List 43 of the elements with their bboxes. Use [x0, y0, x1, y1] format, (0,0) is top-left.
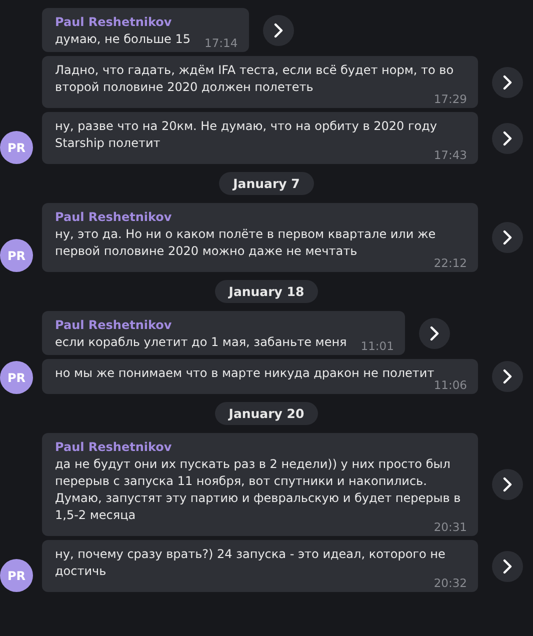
message-text: если корабль улетит до 1 мая, забаньте меня [55, 334, 347, 351]
avatar[interactable]: PR [0, 361, 33, 394]
sender-name[interactable]: Paul Reshetnikov [55, 14, 172, 31]
forward-button[interactable] [492, 222, 523, 253]
date-label: January 7 [219, 172, 314, 195]
avatar[interactable]: PR [0, 559, 33, 592]
message-time: 11:01 [360, 340, 394, 352]
forward-button[interactable] [262, 14, 294, 46]
forward-button[interactable] [492, 122, 523, 154]
message-time: 11:06 [432, 379, 467, 391]
message-time: 20:31 [432, 521, 467, 533]
message-text: ну, это да. Но ни о каком полёте в первом квартале или же первой половине 2020 можно даже не мечтать [55, 226, 437, 258]
message-time: 17:43 [432, 149, 467, 161]
chevron-icon [503, 558, 512, 574]
chevron-icon [503, 477, 512, 492]
chevron-icon [503, 230, 512, 245]
message-time: 20:32 [432, 577, 467, 589]
message-time: 17:14 [204, 37, 238, 49]
message-time: 17:29 [432, 93, 467, 105]
message-text: ну, почему сразу врать?) 24 запуска - это идеал, которого не достичь [55, 546, 446, 578]
forward-button[interactable] [492, 361, 523, 392]
message-text: ну, разве что на 20км. Не думаю, что на орбиту в 2020 году Starship полетит [55, 118, 438, 150]
message-time: 22:12 [432, 257, 467, 269]
chevron-icon [274, 22, 283, 38]
message-text: но мы же понимаем что в марте никуда дракон не полетит [55, 365, 434, 382]
date-label: January 20 [214, 402, 318, 425]
forward-button[interactable] [492, 469, 523, 500]
forward-button[interactable] [418, 318, 450, 348]
avatar[interactable]: PR [0, 239, 33, 272]
sender-name[interactable]: Paul Reshetnikov [55, 317, 172, 334]
message-text: да не будут они их пускать раз в 2 недели)) у них просто был перерыв с запуска 11 ноября, вот спутники и накопились. Думаю, запустят эту партию и февральскую и будет перерыв в 1,5-2 месяца [55, 456, 462, 522]
avatar[interactable]: PR [0, 131, 33, 164]
chevron-icon [503, 130, 512, 146]
chevron-icon [430, 326, 439, 340]
sender-name[interactable]: Paul Reshetnikov [55, 209, 172, 226]
date-label: January 18 [214, 280, 318, 303]
sender-name[interactable]: Paul Reshetnikov [55, 439, 172, 456]
message-text: думаю, не больше 15 [55, 31, 191, 48]
chevron-icon [503, 74, 512, 90]
forward-button[interactable] [492, 66, 523, 98]
message-text: Ладно, что гадать, ждём IFA теста, если всё будет норм, то во второй половине 2020 должен полететь [55, 62, 455, 94]
chevron-icon [503, 369, 512, 384]
forward-button[interactable] [492, 550, 523, 582]
